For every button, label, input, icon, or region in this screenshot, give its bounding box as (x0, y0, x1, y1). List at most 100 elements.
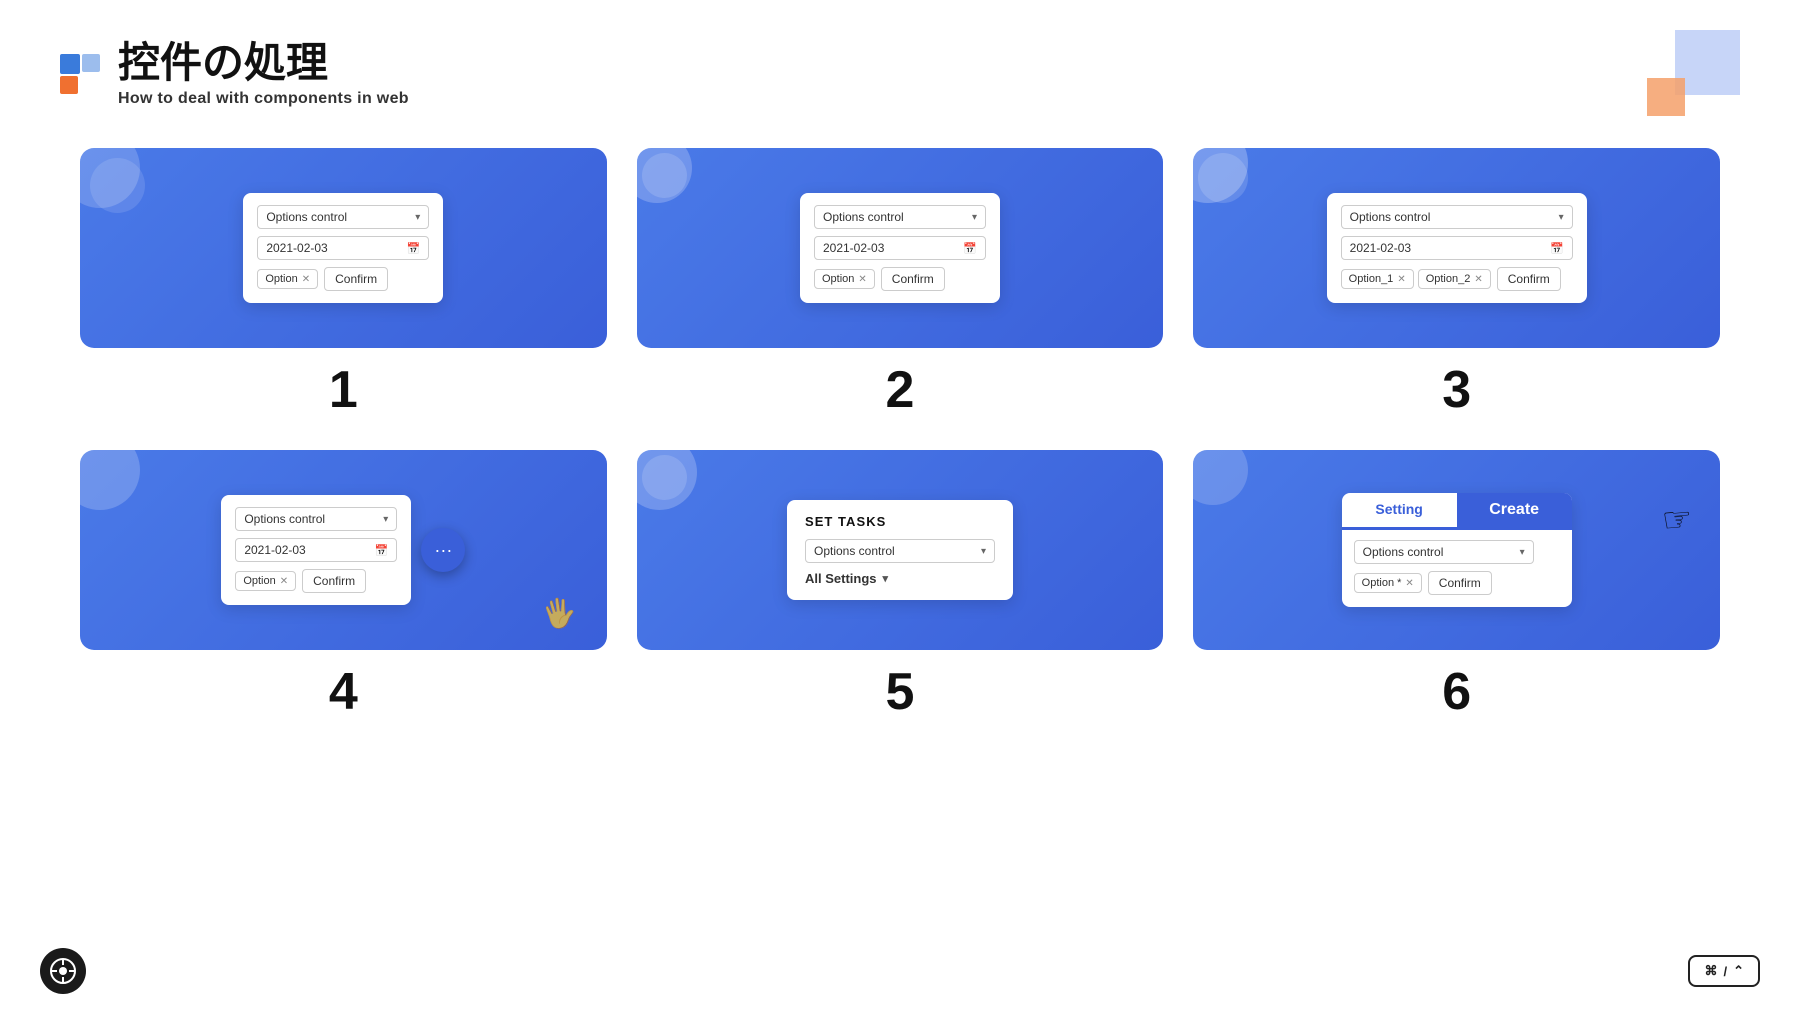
card4-confirm-button[interactable]: Confirm (302, 569, 366, 593)
card3-action-row: Option_1 ✕ Option_2 ✕ Confirm (1341, 267, 1573, 291)
shortcut-separator: / (1723, 964, 1727, 979)
card5-panel: SET TASKS Options control ▾ All Settings… (787, 500, 1013, 600)
blob-2 (90, 158, 145, 213)
card3-ui-mock: Options control ▾ 2021-02-03 📅 Option_1 … (1327, 193, 1587, 303)
keyboard-shortcut: ⌘ / ⌃ (1688, 955, 1760, 987)
sub-title: How to deal with components in web (118, 90, 409, 108)
card2-ui-mock: Options control ▾ 2021-02-03 📅 Option ✕ (800, 193, 1000, 303)
calendar-icon: 📅 (407, 242, 421, 255)
card6-tabs: Setting Create (1342, 493, 1572, 530)
card6-panel: Setting Create Options control ▾ (1342, 493, 1572, 607)
card4-date[interactable]: 2021-02-03 📅 (235, 538, 397, 562)
blob-inner-5 (642, 455, 687, 500)
bottom-bar: ⌘ / ⌃ (40, 948, 1760, 994)
card2-date[interactable]: 2021-02-03 📅 (814, 236, 986, 260)
card3-confirm-button[interactable]: Confirm (1497, 267, 1561, 291)
tab-create[interactable]: Create (1457, 493, 1572, 530)
tag2-remove-icon[interactable]: ✕ (1474, 274, 1482, 285)
card3-tag1[interactable]: Option_1 ✕ (1341, 269, 1414, 289)
card-wrapper-2: Options control ▾ 2021-02-03 📅 Option ✕ (637, 148, 1164, 420)
card6-select[interactable]: Options control ▾ (1354, 540, 1534, 564)
chevron-down-icon: ▾ (972, 212, 977, 223)
all-settings-button[interactable]: All Settings ▾ (805, 571, 995, 586)
card4-date-row: 2021-02-03 📅 (235, 538, 397, 562)
card5-select-row: Options control ▾ (805, 539, 995, 563)
chevron-down-icon: ▾ (981, 546, 986, 557)
card-wrapper-6: Setting Create Options control ▾ (1193, 450, 1720, 722)
card3-select-row: Options control ▾ (1341, 205, 1573, 229)
card6-action-row: Option * ✕ Confirm (1354, 571, 1560, 595)
tag-remove-icon[interactable]: ✕ (280, 576, 288, 587)
blob-6 (1193, 450, 1248, 505)
chevron-down-icon: ▾ (883, 572, 889, 585)
card6-confirm-button[interactable]: Confirm (1428, 571, 1492, 595)
card1-select[interactable]: Options control ▾ (257, 205, 429, 229)
card2-select-row: Options control ▾ (814, 205, 986, 229)
card-wrapper-5: SET TASKS Options control ▾ All Settings… (637, 450, 1164, 722)
tag-remove-icon[interactable]: ✕ (302, 274, 310, 285)
tab-setting[interactable]: Setting (1342, 493, 1457, 530)
card-wrapper-1: Options control ▾ 2021-02-03 📅 Option ✕ (80, 148, 607, 420)
card1-date[interactable]: 2021-02-03 📅 (257, 236, 429, 260)
card-wrapper-3: Options control ▾ 2021-02-03 📅 Option_1 … (1193, 148, 1720, 420)
card1-number: 1 (329, 360, 358, 420)
card3-date[interactable]: 2021-02-03 📅 (1341, 236, 1573, 260)
card1-confirm-button[interactable]: Confirm (324, 267, 388, 291)
calendar-icon: 📅 (375, 544, 389, 557)
calendar-icon: 📅 (1550, 242, 1564, 255)
chevron-down-icon: ▾ (383, 514, 388, 525)
set-tasks-title: SET TASKS (805, 514, 995, 529)
chevron-down-icon: ▾ (1520, 547, 1525, 558)
card4-action-row: Option ✕ Confirm (235, 569, 397, 593)
card6-select-row: Options control ▾ (1354, 540, 1560, 564)
card2-confirm-button[interactable]: Confirm (881, 267, 945, 291)
card4-tag[interactable]: Option ✕ (235, 571, 296, 591)
header: 控件の処理 How to deal with components in web (0, 0, 1800, 118)
main-title: 控件の処理 (118, 40, 409, 86)
card2-action-row: Option ✕ Confirm (814, 267, 986, 291)
logo-icon (60, 54, 100, 94)
card3-tag2[interactable]: Option_2 ✕ (1418, 269, 1491, 289)
card5-number: 5 (886, 662, 915, 722)
card1-date-row: 2021-02-03 📅 (257, 236, 429, 260)
card3-select[interactable]: Options control ▾ (1341, 205, 1573, 229)
calendar-icon: 📅 (963, 242, 977, 255)
tag-remove-icon[interactable]: ✕ (1405, 578, 1413, 589)
card-2: Options control ▾ 2021-02-03 📅 Option ✕ (637, 148, 1164, 348)
card1-action-row: Option ✕ Confirm (257, 267, 429, 291)
tag1-remove-icon[interactable]: ✕ (1397, 274, 1405, 285)
card1-ui-mock: Options control ▾ 2021-02-03 📅 Option ✕ (243, 193, 443, 303)
card2-date-row: 2021-02-03 📅 (814, 236, 986, 260)
card1-tag[interactable]: Option ✕ (257, 269, 318, 289)
card-4: Options control ▾ 2021-02-03 📅 Option (80, 450, 607, 650)
card3-number: 3 (1442, 360, 1471, 420)
tag-remove-icon[interactable]: ✕ (858, 274, 866, 285)
chevron-down-icon: ▾ (415, 212, 420, 223)
card3-tags: Option_1 ✕ Option_2 ✕ (1341, 269, 1491, 289)
card5-select[interactable]: Options control ▾ (805, 539, 995, 563)
card3-date-row: 2021-02-03 📅 (1341, 236, 1573, 260)
card2-number: 2 (886, 360, 915, 420)
card2-tag[interactable]: Option ✕ (814, 269, 875, 289)
shortcut-key1: ⌘ (1704, 963, 1717, 979)
card1-select-row: Options control ▾ (257, 205, 429, 229)
card6-body: Options control ▾ Option * ✕ Confirm (1342, 530, 1572, 607)
card4-fab[interactable]: ··· (421, 528, 465, 572)
card-6: Setting Create Options control ▾ (1193, 450, 1720, 650)
card4-ui-mock: Options control ▾ 2021-02-03 📅 Option (221, 495, 411, 605)
card-5: SET TASKS Options control ▾ All Settings… (637, 450, 1164, 650)
brand-logo-icon (49, 957, 77, 985)
card4-select[interactable]: Options control ▾ (235, 507, 397, 531)
card6-tag[interactable]: Option * ✕ (1354, 573, 1422, 593)
fab-dots-icon: ··· (434, 540, 452, 561)
card-1: Options control ▾ 2021-02-03 📅 Option ✕ (80, 148, 607, 348)
shortcut-key2: ⌃ (1733, 963, 1744, 979)
deco-square-orange (1647, 78, 1685, 116)
cursor-pointer-icon: ☞ (1660, 499, 1694, 542)
card2-select[interactable]: Options control ▾ (814, 205, 986, 229)
card6-number: 6 (1442, 662, 1471, 722)
card-wrapper-4: Options control ▾ 2021-02-03 📅 Option (80, 450, 607, 722)
card-3: Options control ▾ 2021-02-03 📅 Option_1 … (1193, 148, 1720, 348)
card4-number: 4 (329, 662, 358, 722)
brand-logo (40, 948, 86, 994)
